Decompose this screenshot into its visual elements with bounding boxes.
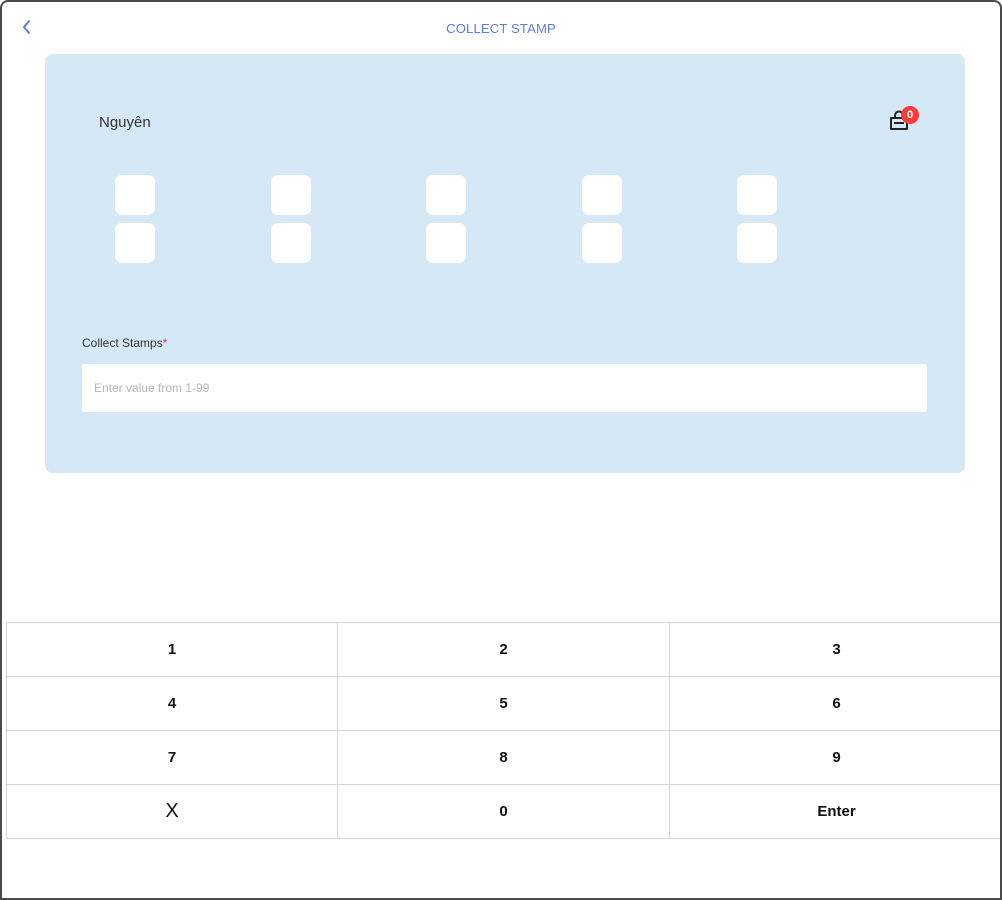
page-title: COLLECT STAMP (446, 21, 556, 36)
stamp-slot (426, 223, 466, 263)
stamp-slot (271, 175, 311, 215)
collect-stamps-input[interactable] (82, 364, 927, 412)
stamp-slot (271, 223, 311, 263)
key-7[interactable]: 7 (6, 731, 338, 785)
numeric-keypad: 1 2 3 4 5 6 7 8 9 X 0 Enter (6, 622, 1000, 839)
required-marker: * (162, 336, 168, 350)
stamp-slot (737, 175, 777, 215)
key-4[interactable]: 4 (6, 677, 338, 731)
collect-stamps-label: Collect Stamps* (82, 336, 167, 350)
key-9[interactable]: 9 (670, 731, 1000, 785)
badge-count: 0 (901, 106, 919, 124)
stamp-slot (115, 175, 155, 215)
key-0[interactable]: 0 (338, 785, 670, 839)
key-8[interactable]: 8 (338, 731, 670, 785)
clear-key[interactable]: X (6, 785, 338, 839)
key-1[interactable]: 1 (6, 623, 338, 677)
customer-name: Nguyên (99, 114, 151, 131)
key-2[interactable]: 2 (338, 623, 670, 677)
key-6[interactable]: 6 (670, 677, 1000, 731)
close-icon: X (165, 800, 179, 822)
stamp-card: Nguyên 0 Collect Stamps* (45, 54, 965, 473)
stamp-slot (115, 223, 155, 263)
stamp-slot (426, 175, 466, 215)
stamp-bag-button[interactable]: 0 (885, 106, 925, 140)
collect-stamps-label-text: Collect Stamps (82, 336, 163, 350)
key-5[interactable]: 5 (338, 677, 670, 731)
key-3[interactable]: 3 (670, 623, 1000, 677)
app-window: COLLECT STAMP Nguyên 0 Collect Stamps* 1… (0, 0, 1002, 900)
stamp-slot (582, 175, 622, 215)
enter-key[interactable]: Enter (670, 785, 1000, 839)
stamp-slot (582, 223, 622, 263)
stamp-slot (737, 223, 777, 263)
header: COLLECT STAMP (2, 2, 1000, 54)
